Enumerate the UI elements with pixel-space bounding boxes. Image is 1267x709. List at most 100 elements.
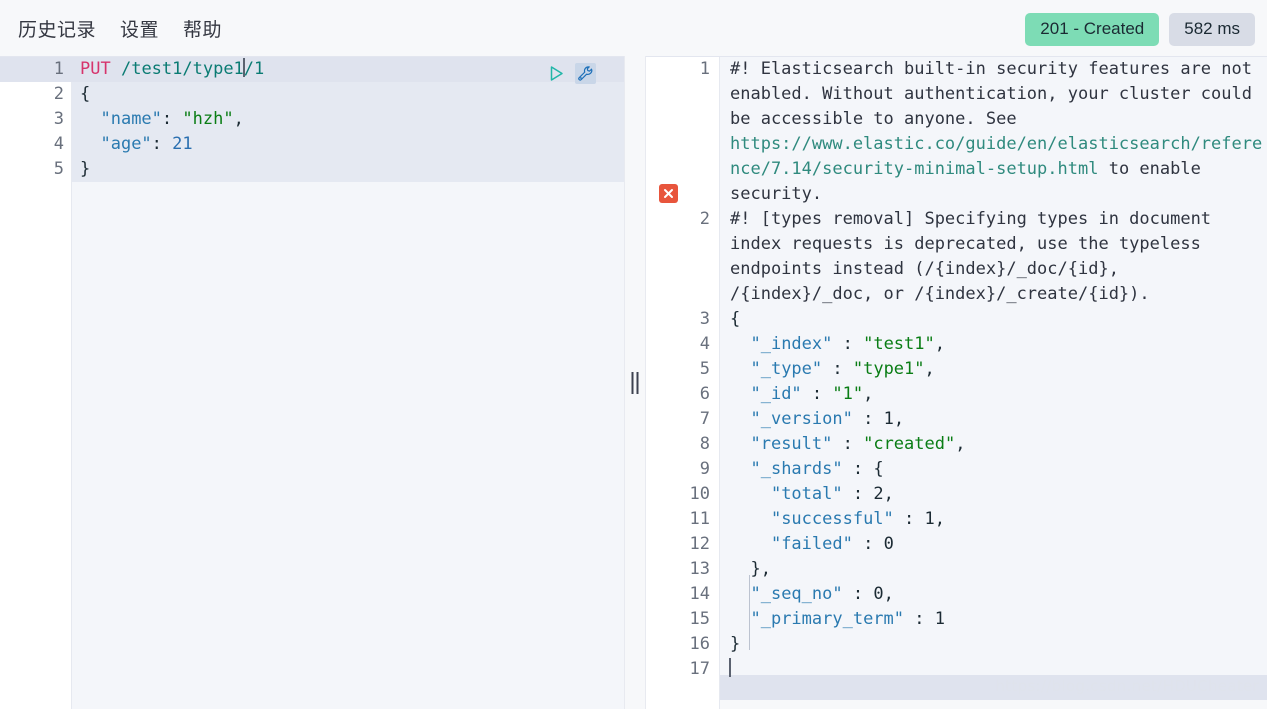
code-line-content[interactable]: "_primary_term" : 1 [720, 607, 1267, 632]
json-key: "total" [770, 484, 843, 504]
line-number: 7 [699, 409, 710, 429]
menu-item-settings[interactable]: 设置 [120, 15, 159, 42]
json-value: }, [750, 559, 771, 579]
splitter-grip-icon[interactable] [631, 371, 639, 394]
top-bar: 历史记录 设置 帮助 201 - Created 582 ms [0, 0, 1267, 56]
json-comma: , [233, 109, 244, 129]
code-line-content[interactable]: { [720, 307, 1267, 332]
code-line-content[interactable]: "name": "hzh", [72, 107, 624, 132]
request-editor[interactable]: 1 PUT /test1/type1/1 2 { 3 "name": "hzh"… [0, 57, 624, 709]
line-number: 3 [699, 309, 710, 329]
table-row: 6 "_id" : "1", [646, 382, 1267, 407]
response-editor[interactable]: 1 #! Elasticsearch built-in security fea… [646, 57, 1267, 709]
line-number: 2 [53, 84, 64, 104]
request-actions [548, 63, 596, 84]
code-line-content[interactable]: "failed" : 0 [720, 532, 1267, 557]
line-number: 5 [53, 159, 64, 179]
menu-bar: 历史记录 设置 帮助 [0, 15, 222, 42]
response-status-zone: 201 - Created 582 ms [1025, 13, 1255, 46]
json-separator: : [832, 334, 864, 354]
code-line-content[interactable]: "result" : "created", [720, 432, 1267, 457]
http-method: PUT [80, 59, 111, 79]
code-line: 16 } [646, 632, 1267, 657]
error-marker-icon[interactable] [659, 184, 678, 203]
play-icon[interactable] [548, 65, 565, 82]
table-row: 10 "total" : 2, [646, 482, 1267, 507]
line-number: 16 [689, 634, 710, 654]
request-path-a: /test1/type1 [120, 59, 244, 79]
watermark: https://blog.csdn.net/HDUCheater [995, 677, 1259, 695]
line-number: 17 [689, 659, 710, 679]
code-line: 2 #! [types removal] Specifying types in… [646, 207, 1267, 307]
code-line-content[interactable]: #! Elasticsearch built-in security featu… [720, 57, 1267, 207]
json-value: "1" [832, 384, 864, 404]
json-key: "result" [750, 434, 833, 454]
code-line-content[interactable]: }, [720, 557, 1267, 582]
code-line-content[interactable]: "total" : 2, [720, 482, 1267, 507]
json-separator: : [893, 509, 925, 529]
json-value: { [873, 459, 884, 479]
json-value: 1 [934, 609, 945, 629]
code-line-content[interactable]: PUT /test1/type1/1 [72, 57, 624, 82]
json-key: "_index" [750, 334, 833, 354]
code-line-content[interactable]: { [72, 82, 624, 107]
wrench-icon[interactable] [575, 63, 596, 84]
request-lines: 1 PUT /test1/type1/1 2 { 3 "name": "hzh"… [0, 57, 624, 182]
line-number: 13 [689, 559, 710, 579]
code-line-content[interactable]: "_shards" : { [720, 457, 1267, 482]
json-separator: : [832, 434, 864, 454]
json-value: 21 [172, 134, 193, 154]
json-separator: : [852, 409, 884, 429]
json-value: "test1" [863, 334, 935, 354]
code-line-content[interactable]: "_id" : "1", [720, 382, 1267, 407]
console-panes: 1 PUT /test1/type1/1 2 { 3 "name": "hzh"… [0, 56, 1267, 709]
code-line-content[interactable]: "_version" : 1, [720, 407, 1267, 432]
table-row: 15 "_primary_term" : 1 [646, 607, 1267, 632]
json-tail: , [934, 509, 945, 529]
json-value: "type1" [852, 359, 925, 379]
json-tail: , [863, 384, 874, 404]
menu-item-history[interactable]: 历史记录 [18, 15, 96, 42]
code-line-content[interactable]: } [72, 157, 624, 182]
menu-item-help[interactable]: 帮助 [183, 15, 222, 42]
line-number: 4 [699, 334, 710, 354]
code-line-content[interactable]: "successful" : 1, [720, 507, 1267, 532]
json-value: 0 [873, 584, 884, 604]
table-row: 9 "_shards" : { [646, 457, 1267, 482]
request-editor-pane[interactable]: 1 PUT /test1/type1/1 2 { 3 "name": "hzh"… [0, 56, 624, 709]
code-line-content[interactable]: #! [types removal] Specifying types in d… [720, 207, 1267, 307]
code-line-content[interactable]: } [720, 632, 1267, 657]
response-editor-pane[interactable]: 1 #! Elasticsearch built-in security fea… [646, 56, 1267, 709]
json-key: "_id" [750, 384, 802, 404]
code-line: 2 { [0, 82, 624, 107]
code-line-content[interactable]: "_seq_no" : 0, [720, 582, 1267, 607]
json-key: "failed" [770, 534, 853, 554]
code-line-content[interactable]: "age": 21 [72, 132, 624, 157]
line-number: 2 [699, 209, 710, 229]
table-row: 13 }, [646, 557, 1267, 582]
kibana-dev-tools-console: 历史记录 设置 帮助 201 - Created 582 ms 1 PUT /t… [0, 0, 1267, 709]
json-tail: , [883, 584, 894, 604]
code-line-content[interactable]: "_type" : "type1", [720, 357, 1267, 382]
pane-splitter[interactable] [624, 56, 646, 709]
json-key: "successful" [770, 509, 894, 529]
json-value: 1 [924, 509, 935, 529]
json-separator: : [904, 609, 935, 629]
code-line-content[interactable]: "_index" : "test1", [720, 332, 1267, 357]
json-separator: : [822, 359, 853, 379]
line-number: 6 [699, 384, 710, 404]
code-line: 1 #! Elasticsearch built-in security fea… [646, 57, 1267, 207]
elapsed-time-badge: 582 ms [1169, 13, 1255, 46]
json-value: 2 [873, 484, 884, 504]
